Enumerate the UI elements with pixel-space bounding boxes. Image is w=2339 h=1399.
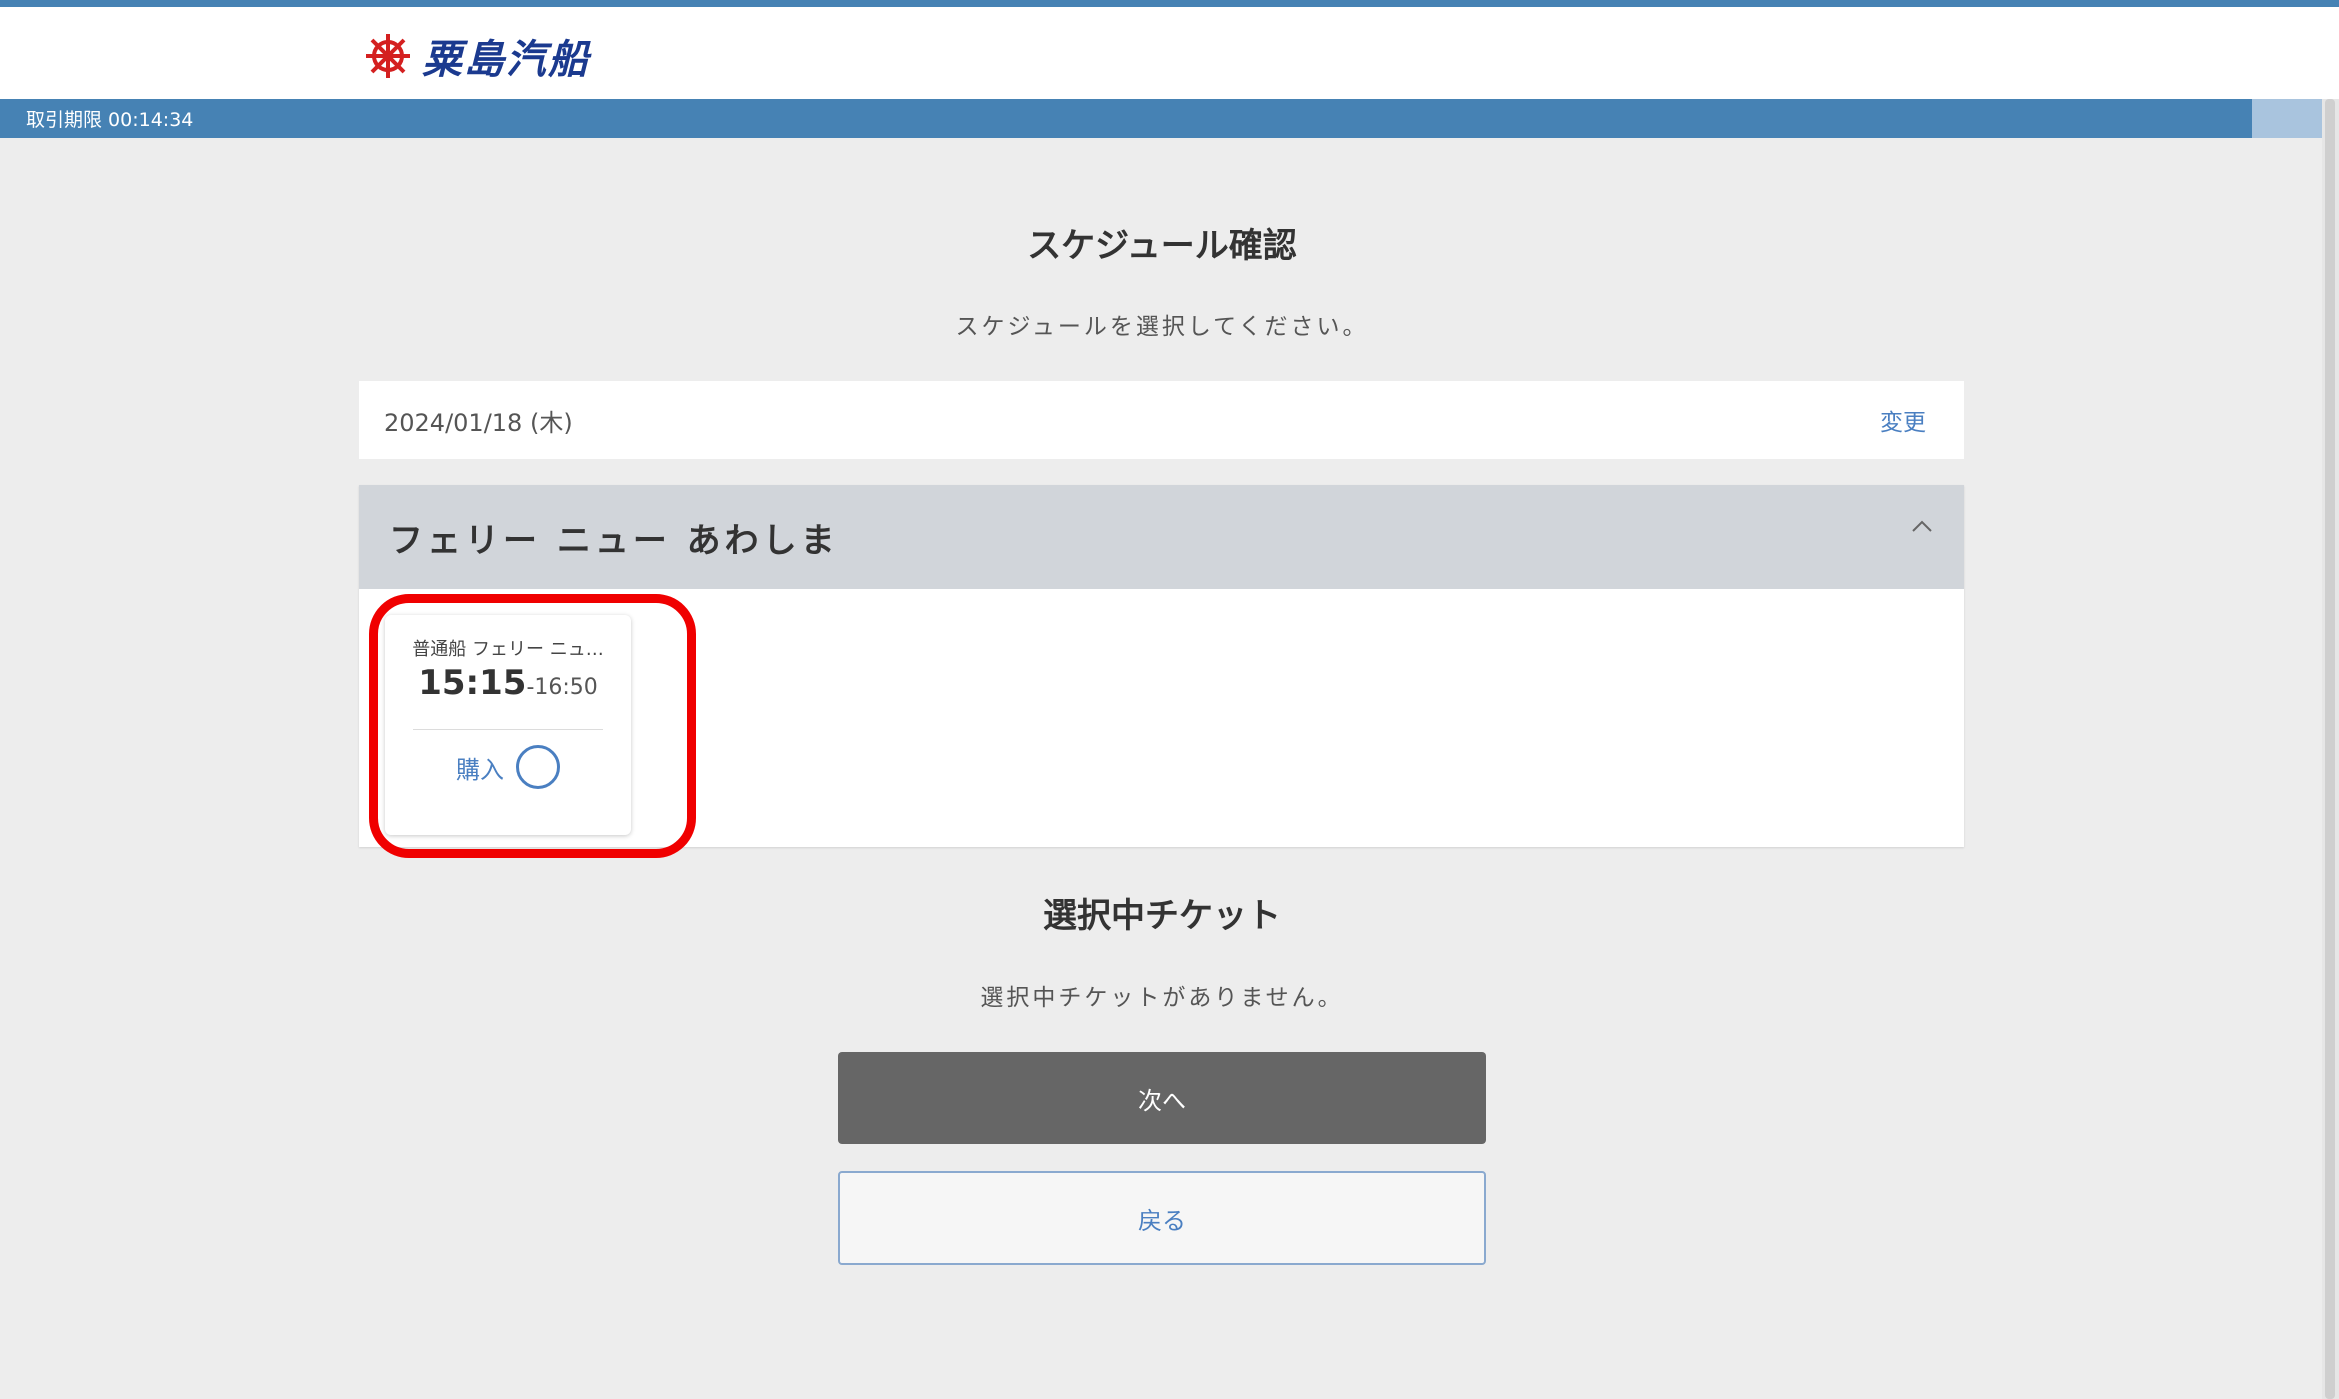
site-header: 粟島汽船	[0, 7, 2339, 99]
top-accent-line	[0, 0, 2339, 7]
ship-panel: フェリー ニュー あわしま 普通船 フェリー ニュ… 15:15-16:50 購…	[359, 485, 1964, 847]
buy-option[interactable]: 購入	[385, 745, 631, 789]
date-selector: 2024/01/18 (木) 変更	[359, 381, 1964, 459]
schedule-instruction: スケジュールを選択してください。	[955, 314, 1369, 340]
page-title: スケジュール確認	[1027, 226, 1297, 266]
ticket-times: 15:15-16:50	[385, 663, 631, 703]
selected-date: 2024/01/18 (木)	[384, 408, 573, 437]
buy-radio-button[interactable]	[516, 745, 560, 789]
brand-logo[interactable]: 粟島汽船	[364, 26, 590, 86]
schedule-card[interactable]: 普通船 フェリー ニュ… 15:15-16:50 購入	[385, 615, 631, 835]
ticket-name: 普通船 フェリー ニュ…	[412, 639, 604, 660]
chevron-up-icon[interactable]	[1910, 515, 1934, 539]
brand-name: 粟島汽船	[422, 37, 590, 83]
ship-name: フェリー ニュー あわしま	[389, 520, 839, 561]
transaction-timer-bar: 取引期限 00:14:34	[0, 99, 2252, 138]
departure-time: 15:15	[418, 663, 527, 703]
ship-panel-header[interactable]: フェリー ニュー あわしま	[359, 485, 1964, 589]
selected-tickets-title: 選択中チケット	[1043, 896, 1281, 936]
card-divider	[413, 729, 603, 730]
next-button[interactable]: 次へ	[838, 1052, 1486, 1144]
buy-label: 購入	[456, 755, 504, 784]
ship-helm-icon	[366, 34, 410, 78]
arrival-time: -16:50	[526, 675, 598, 700]
back-button[interactable]: 戻る	[838, 1171, 1486, 1265]
transaction-timer: 取引期限 00:14:34	[26, 109, 194, 131]
timer-bar-end	[2252, 99, 2322, 138]
change-date-link[interactable]: 変更	[1880, 403, 1926, 437]
selected-tickets-empty-message: 選択中チケットがありません。	[980, 985, 1344, 1011]
scrollbar-thumb[interactable]	[2325, 99, 2335, 1399]
